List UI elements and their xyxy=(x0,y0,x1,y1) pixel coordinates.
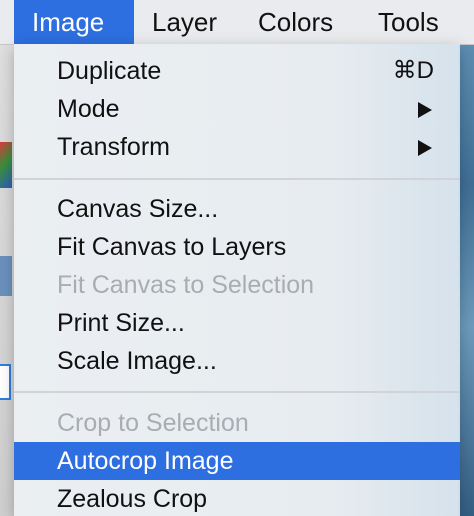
menu-item-label: Zealous Crop xyxy=(57,485,208,513)
menu-item-label: Transform xyxy=(57,133,170,161)
menu-item-canvas-size[interactable]: Canvas Size... xyxy=(14,190,460,228)
menu-item-crop-to-selection: Crop to Selection xyxy=(14,404,460,442)
menu-item-mode[interactable]: Mode xyxy=(14,90,460,128)
menu-item-transform[interactable]: Transform xyxy=(14,128,460,166)
menubar-tools[interactable]: Tools xyxy=(360,0,466,44)
menu-item-label: Autocrop Image xyxy=(57,447,234,475)
background-input-field xyxy=(0,364,11,400)
menu-item-label: Fit Canvas to Layers xyxy=(57,233,287,261)
menu-bar: Image Layer Colors Tools xyxy=(0,0,474,45)
menu-item-print-size[interactable]: Print Size... xyxy=(14,304,460,342)
menu-item-label: Mode xyxy=(57,95,120,123)
menu-item-fit-canvas-to-layers[interactable]: Fit Canvas to Layers xyxy=(14,228,460,266)
menubar-layer[interactable]: Layer xyxy=(134,0,238,44)
background-panel-strip xyxy=(0,256,12,296)
menubar-image[interactable]: Image xyxy=(14,0,134,44)
menu-separator xyxy=(14,391,460,393)
menu-item-zealous-crop[interactable]: Zealous Crop xyxy=(14,480,460,516)
menu-item-scale-image[interactable]: Scale Image... xyxy=(14,342,460,380)
background-canvas-edge xyxy=(458,44,474,516)
menubar-colors[interactable]: Colors xyxy=(240,0,358,44)
submenu-arrow-icon xyxy=(418,140,432,156)
color-swatch xyxy=(0,142,12,188)
menu-item-duplicate[interactable]: Duplicate ⌘D xyxy=(14,52,460,90)
image-menu-dropdown: Duplicate ⌘D Mode Transform Canvas Size.… xyxy=(14,44,460,516)
menu-item-label: Scale Image... xyxy=(57,347,217,375)
menu-item-label: Fit Canvas to Selection xyxy=(57,271,315,299)
menu-item-label: Duplicate xyxy=(57,57,162,85)
menu-item-label: Canvas Size... xyxy=(57,195,219,223)
menu-item-autocrop-image[interactable]: Autocrop Image xyxy=(14,442,460,480)
menu-separator xyxy=(14,178,460,180)
background-app-toolbox xyxy=(0,44,15,516)
submenu-arrow-icon xyxy=(418,102,432,118)
shortcut-label: ⌘D xyxy=(392,57,434,84)
menu-item-label: Crop to Selection xyxy=(57,409,249,437)
menu-item-fit-canvas-to-selection: Fit Canvas to Selection xyxy=(14,266,460,304)
menu-item-label: Print Size... xyxy=(57,309,185,337)
